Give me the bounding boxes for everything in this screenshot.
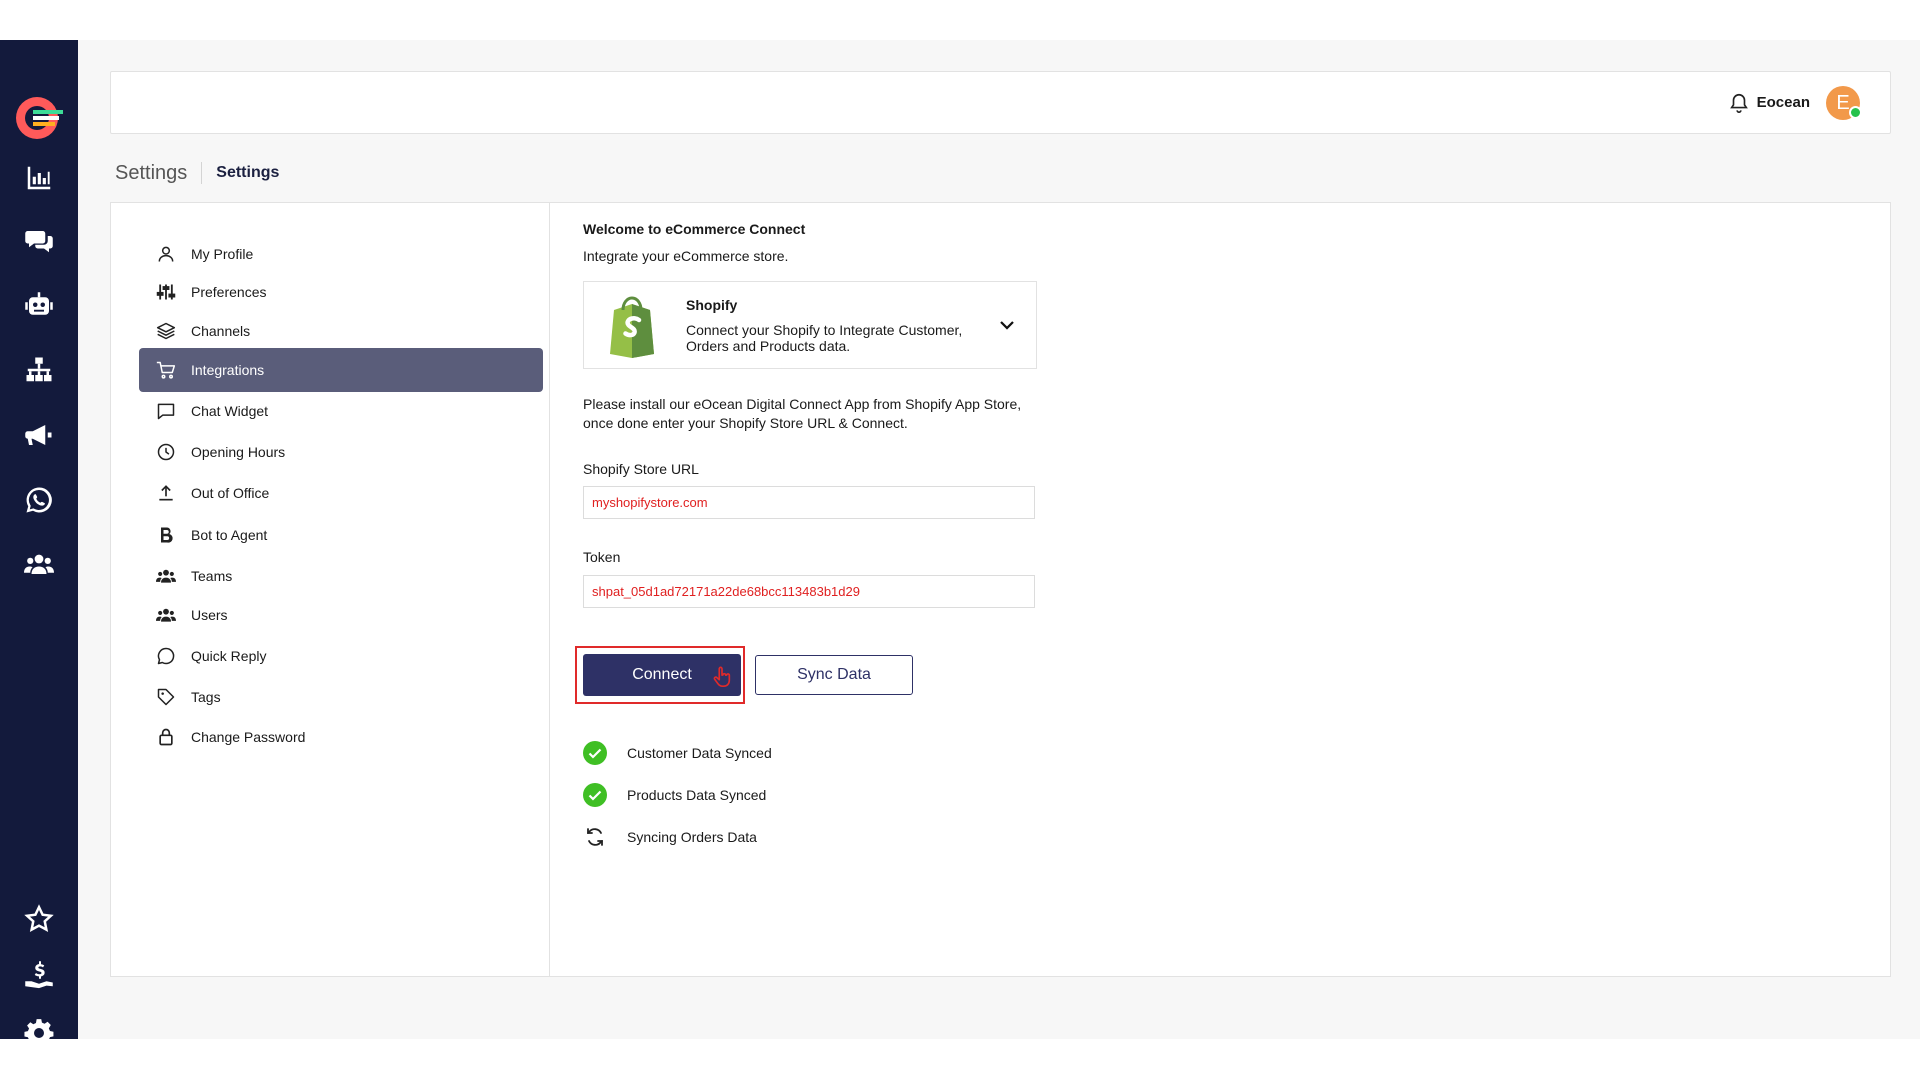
menu-item-users[interactable]: Users: [139, 593, 543, 637]
shopify-logo: [604, 294, 660, 358]
welcome-title: Welcome to eCommerce Connect: [583, 221, 806, 237]
menu-item-tags[interactable]: Tags: [139, 675, 543, 719]
menu-item-opening-hours[interactable]: Opening Hours: [139, 430, 543, 474]
shopify-description: Connect your Shopify to Integrate Custom…: [686, 322, 963, 354]
whatsapp-icon[interactable]: [22, 483, 56, 517]
clock-icon: [153, 442, 179, 462]
avatar[interactable]: E: [1826, 86, 1862, 120]
shopify-card[interactable]: Shopify Connect your Shopify to Integrat…: [583, 281, 1037, 369]
menu-item-out-of-office[interactable]: Out of Office: [139, 471, 543, 515]
menu-item-label: Teams: [191, 568, 233, 584]
message-square-icon: [153, 401, 179, 421]
robot-icon[interactable]: [22, 289, 56, 323]
chat-circle-icon: [153, 646, 179, 666]
status-customer-synced: Customer Data Synced: [583, 741, 772, 765]
token-input[interactable]: [583, 575, 1035, 608]
pointer-hand-icon: [711, 666, 733, 688]
gear-icon[interactable]: [22, 1016, 56, 1050]
check-circle-icon: [583, 783, 607, 807]
integration-content: Welcome to eCommerce Connect Integrate y…: [575, 203, 1863, 976]
breadcrumb-divider: [201, 162, 203, 184]
chevron-down-icon[interactable]: [998, 316, 1016, 334]
bell-icon[interactable]: [1728, 92, 1750, 114]
install-instructions: Please install our eOcean Digital Connec…: [583, 396, 1022, 431]
store-url-label: Shopify Store URL: [583, 461, 699, 477]
app-logo[interactable]: [13, 92, 65, 144]
users-group-icon[interactable]: [22, 547, 56, 581]
menu-item-label: My Profile: [191, 246, 254, 262]
menu-item-label: Tags: [191, 689, 221, 705]
sync-data-button[interactable]: Sync Data: [755, 655, 913, 695]
bold-b-icon: [153, 525, 179, 545]
status-text: Customer Data Synced: [627, 745, 772, 761]
shopify-title: Shopify: [686, 297, 738, 313]
cart-icon: [153, 360, 179, 380]
chart-bar-icon[interactable]: [22, 161, 56, 195]
team-icon: [153, 566, 179, 586]
menu-item-bot-to-agent[interactable]: Bot to Agent: [139, 513, 543, 557]
menu-item-label: Bot to Agent: [191, 527, 268, 543]
star-icon[interactable]: [22, 902, 56, 936]
app-shell: Eocean E Settings Settings My Profile Pr…: [0, 40, 1920, 1048]
menu-item-teams[interactable]: Teams: [139, 554, 543, 598]
page-title: Settings: [216, 164, 280, 181]
icon-rail: [0, 40, 78, 1048]
top-bar: Eocean E: [110, 71, 1891, 134]
sliders-icon: [153, 282, 179, 302]
menu-item-label: Quick Reply: [191, 648, 267, 664]
status-orders-syncing: Syncing Orders Data: [583, 825, 757, 849]
menu-item-label: Users: [191, 607, 228, 623]
megaphone-icon[interactable]: [22, 418, 56, 452]
menu-item-chat-widget[interactable]: Chat Widget: [139, 389, 543, 433]
menu-item-integrations[interactable]: Integrations: [139, 348, 543, 392]
status-text: Syncing Orders Data: [627, 829, 757, 845]
upload-icon: [153, 483, 179, 503]
menu-item-label: Chat Widget: [191, 403, 269, 419]
network-icon[interactable]: [22, 353, 56, 387]
lock-icon: [153, 727, 179, 747]
status-products-synced: Products Data Synced: [583, 783, 766, 807]
avatar-initial: E: [1836, 92, 1850, 114]
store-url-input[interactable]: [583, 486, 1035, 519]
menu-item-label: Change Password: [191, 729, 306, 745]
menu-item-change-password[interactable]: Change Password: [139, 715, 543, 759]
breadcrumb: Settings Settings: [115, 160, 279, 186]
menu-item-label: Channels: [191, 323, 251, 339]
welcome-subtitle: Integrate your eCommerce store.: [583, 248, 789, 264]
status-text: Products Data Synced: [627, 787, 767, 803]
user-name[interactable]: Eocean: [1757, 94, 1810, 111]
dollar-hand-icon[interactable]: [22, 958, 56, 992]
menu-item-label: Opening Hours: [191, 444, 286, 460]
users-icon: [153, 605, 179, 625]
menu-item-quick-reply[interactable]: Quick Reply: [139, 634, 543, 678]
online-status-dot: [1849, 106, 1862, 119]
breadcrumb-section[interactable]: Settings: [115, 162, 187, 185]
user-icon: [153, 244, 179, 264]
menu-item-label: Integrations: [191, 362, 265, 378]
settings-panel: My Profile Preferences Channels Integrat…: [110, 202, 1891, 977]
menu-item-label: Out of Office: [191, 485, 270, 501]
tag-icon: [153, 687, 179, 707]
chat-bubbles-icon[interactable]: [22, 224, 56, 258]
layers-icon: [153, 321, 179, 341]
menu-item-channels[interactable]: Channels: [139, 309, 543, 353]
menu-item-preferences[interactable]: Preferences: [139, 270, 543, 314]
token-label: Token: [583, 549, 621, 565]
settings-menu: My Profile Preferences Channels Integrat…: [111, 203, 550, 976]
sync-icon: [583, 825, 607, 849]
check-circle-icon: [583, 741, 607, 765]
menu-item-label: Preferences: [191, 284, 267, 300]
